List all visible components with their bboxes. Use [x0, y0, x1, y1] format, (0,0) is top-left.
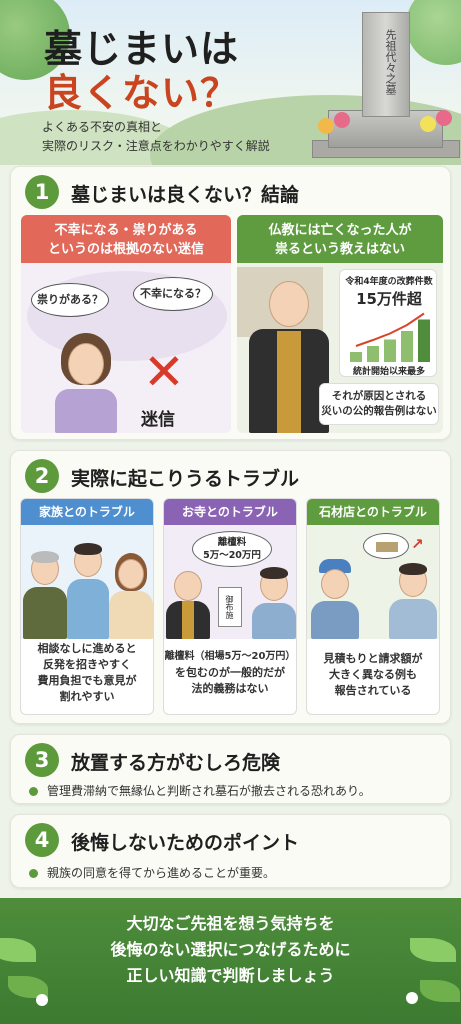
description-line: 大きく異なる例も	[329, 668, 417, 681]
growth-bar	[401, 331, 413, 362]
subtitle-line: よくある不安の真相と	[42, 120, 163, 134]
flower-icon	[420, 116, 436, 132]
trouble-card-header: お寺とのトラブル	[164, 499, 296, 525]
temple-illustration: 離檀料 5万〜20万円 御布施	[164, 525, 296, 639]
hero-banner: 先祖代々之墓 墓じまいは 良くない？ よくある不安の真相と 実際のリスク・注意点…	[0, 0, 461, 165]
growth-bar	[418, 319, 430, 362]
family-illustration	[21, 525, 153, 639]
trouble-card-header: 石材店とのトラブル	[307, 499, 439, 525]
monk-figure	[249, 281, 329, 433]
no-report-note: それが原因とされる 災いの公的報告例はない	[319, 383, 439, 425]
section-4-card: 4 後悔しないためのポイント 親族の同意を得てから進めることが重要。	[10, 814, 451, 888]
description-line: 離檀料（相場5万〜20万円）	[164, 651, 296, 662]
infographic-page: 先祖代々之墓 墓じまいは 良くない？ よくある不安の真相と 実際のリスク・注意点…	[0, 0, 461, 1024]
superstition-stamp: 迷信	[141, 410, 175, 430]
page-subtitle: よくある不安の真相と 実際のリスク・注意点をわかりやすく解説	[42, 118, 270, 156]
note-line: 災いの公的報告例はない	[321, 405, 437, 417]
note-line: それが原因とされる	[331, 390, 427, 402]
closing-message-line: 大切なご先祖を想う気持ちを	[126, 914, 335, 933]
bullet-icon	[29, 869, 38, 878]
worry-bubble: 不幸になる？	[133, 277, 213, 311]
description-line: 費用負担でも意見が	[37, 674, 137, 687]
worried-woman-figure	[55, 333, 135, 433]
rising-arrow-icon: ↗	[411, 535, 424, 553]
closing-message-line: 後悔のない選択につなげるために	[110, 940, 351, 959]
callout-line: 5万〜20万円	[203, 550, 261, 561]
flower-icon	[406, 992, 418, 1004]
panel-header: 仏教には亡くなった人が 祟るという教えはない	[237, 215, 443, 263]
growth-bar	[350, 352, 362, 362]
subtitle-line: 実際のリスク・注意点をわかりやすく解説	[42, 139, 270, 153]
growth-bar-chart	[350, 312, 430, 362]
growth-bar	[367, 346, 379, 362]
description-line: 反発を招きやすく	[43, 658, 131, 671]
flower-icon	[36, 994, 48, 1006]
section-4-bullet-text: 親族の同意を得てから進めることが重要。	[47, 866, 276, 880]
tombstone-inscription: 先祖代々之墓	[384, 29, 397, 95]
offering-envelope-icon: 御布施	[218, 587, 242, 627]
description-line: 報告されている	[334, 684, 412, 697]
section-3-bullet-text: 管理費滞納で無縁仏と判断され墓石が撤去される恐れあり。	[47, 784, 371, 798]
description-line: 割れやすい	[59, 690, 115, 703]
flower-icon	[436, 110, 452, 126]
stat-note: 統計開始以来最多	[352, 367, 425, 377]
panel-header-line: 仏教には亡くなった人が	[268, 223, 412, 238]
callout-line: 離檀料	[217, 537, 247, 548]
section-number-badge: 2	[25, 459, 59, 493]
flower-icon	[334, 112, 350, 128]
description-line: 相談なしに進めると	[37, 642, 137, 655]
section-1-card: 1 墓じまいは良くない？結論 不幸になる・祟りがある というのは根拠のない迷信 …	[10, 166, 451, 440]
bullet-icon	[29, 787, 38, 796]
stat-label: 令和4年度の改葬件数	[345, 277, 433, 287]
flower-icon	[318, 118, 334, 134]
stonemason-trouble-card: 石材店とのトラブル ↗ 見積もりと請求額が 大きく異なる例も 報告されている	[306, 498, 440, 715]
growth-bar	[384, 339, 396, 362]
description-line: 見積もりと請求額が	[323, 652, 423, 665]
closing-message-banner: 大切なご先祖を想う気持ちを 後悔のない選択につなげるために 正しい知識で判断しま…	[0, 898, 461, 1024]
stonemason-illustration: ↗	[307, 525, 439, 639]
section-title: 実際に起こりうるトラブル	[71, 468, 300, 490]
page-title-line2: 良くない？	[44, 70, 240, 115]
trouble-description: 見積もりと請求額が 大きく異なる例も 報告されている	[307, 651, 439, 699]
cross-mark-icon: ✕	[143, 343, 185, 401]
section-title: 後悔しないためのポイント	[71, 832, 300, 854]
description-line: 法的義務はない	[191, 682, 269, 695]
foliage-decoration	[406, 0, 461, 65]
stat-value: 15万件超	[356, 290, 422, 308]
description-line: を包むのが一般的だが	[175, 666, 285, 679]
statistics-box: 令和4年度の改葬件数 15万件超 統計開始以来最多	[339, 269, 437, 377]
section-number-badge: 3	[25, 743, 59, 777]
banknote-icon	[376, 542, 398, 552]
fee-callout: 離檀料 5万〜20万円	[192, 531, 272, 567]
temple-trouble-card: お寺とのトラブル 離檀料 5万〜20万円 御布施 離檀料（相場5万〜20万円） …	[163, 498, 297, 715]
worry-bubble: 祟りがある？	[31, 283, 109, 317]
trouble-card-header: 家族とのトラブル	[21, 499, 153, 525]
money-bubble	[363, 533, 409, 559]
trouble-description: 相談なしに進めると 反発を招きやすく 費用負担でも意見が 割れやすい	[21, 641, 153, 705]
buddhism-panel: 仏教には亡くなった人が 祟るという教えはない 令和4年度の改葬件数 15万件超 …	[237, 215, 443, 433]
section-title: 墓じまいは良くない？結論	[71, 184, 300, 206]
panel-header-line: というのは根拠のない迷信	[47, 242, 204, 257]
panel-header-line: 祟るという教えはない	[274, 242, 405, 257]
section-title: 放置する方がむしろ危険	[71, 752, 281, 774]
trouble-description: 離檀料（相場5万〜20万円） を包むのが一般的だが 法的義務はない	[164, 649, 296, 697]
section-number-badge: 1	[25, 175, 59, 209]
panel-header-line: 不幸になる・祟りがある	[54, 223, 198, 238]
closing-message-line: 正しい知識で判断しましょう	[126, 966, 335, 985]
panel-header: 不幸になる・祟りがある というのは根拠のない迷信	[21, 215, 231, 263]
section-3-card: 3 放置する方がむしろ危険 管理費滞納で無縁仏と判断され墓石が撤去される恐れあり…	[10, 734, 451, 804]
section-number-badge: 4	[25, 823, 59, 857]
family-trouble-card: 家族とのトラブル 相談なしに進めると 反発を招きやすく 費用負担でも意見が 割れ…	[20, 498, 154, 715]
superstition-panel: 不幸になる・祟りがある というのは根拠のない迷信 祟りがある？ 不幸になる？ ✕…	[21, 215, 231, 433]
